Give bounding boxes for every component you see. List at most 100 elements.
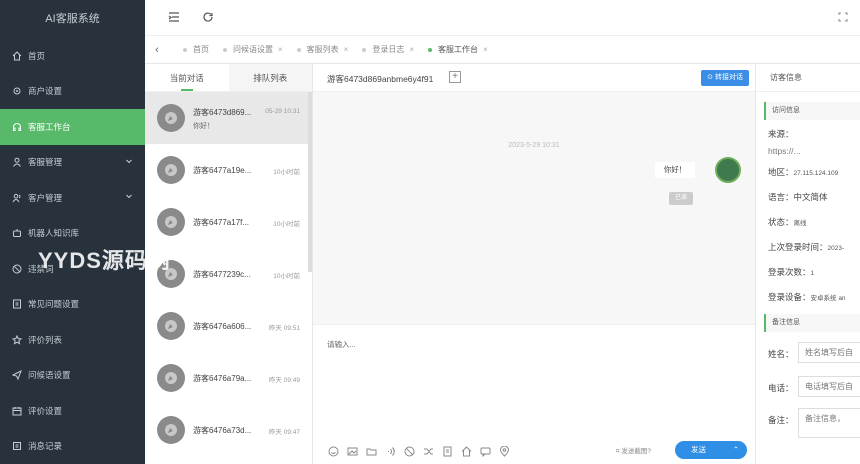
message-input[interactable]: 请输入... (327, 339, 356, 350)
status-value: 离线 (793, 220, 807, 227)
tab-status-dot (362, 47, 367, 52)
close-icon[interactable]: × (278, 45, 283, 54)
shuffle-icon[interactable] (422, 445, 435, 458)
last-login-value: 2023- (827, 245, 845, 252)
folder-icon[interactable] (365, 445, 378, 458)
list-item[interactable]: 游客6473d869... 05-29 10:31 你好！ (145, 92, 312, 144)
tab-label: 客服列表 (306, 45, 339, 54)
send-label: 发送 (691, 445, 706, 454)
list-item[interactable]: 游客6476a79a... 昨天 09:49 (145, 352, 312, 404)
transfer-icon: ⊙ (707, 74, 714, 81)
status-label: 状态： (768, 217, 794, 227)
document-icon[interactable] (441, 445, 454, 458)
screenshot-link[interactable]: ⌗ 发送截图? (616, 445, 651, 456)
tab-queue[interactable]: 排队列表 (228, 64, 312, 91)
source-value: https://... (768, 146, 801, 156)
headset-icon (12, 122, 22, 132)
login-count-row: 登录次数：1 (756, 260, 860, 285)
sidebar-item-10[interactable]: 评价设置 (0, 393, 145, 429)
tab-1[interactable]: 问候语设置 × (223, 44, 283, 55)
sidebar-item-7[interactable]: 常见问题设置 (0, 287, 145, 323)
region-label: 地区： (768, 167, 794, 177)
transfer-button[interactable]: ⊙ 转接对话 (701, 70, 749, 86)
conversation-time: 10小时前 (273, 169, 300, 176)
tab-label: 登录日志 (372, 45, 405, 54)
sidebar-item-3[interactable]: 客服管理 (0, 145, 145, 181)
sidebar-item-1[interactable]: 商户设置 (0, 74, 145, 110)
region-row: 地区：27.115.124.109 (756, 160, 860, 185)
sidebar-item-2[interactable]: 客服工作台 (0, 109, 145, 145)
tab-visitor-info[interactable]: 访客信息 (756, 64, 816, 92)
phone-field[interactable]: 电话填写后自 (798, 376, 860, 397)
fullscreen-icon[interactable] (836, 10, 850, 24)
sidebar-item-9[interactable]: 问候语设置 (0, 358, 145, 394)
refresh-icon[interactable] (201, 10, 215, 24)
read-status-badge: 已读 (669, 192, 693, 205)
conversation-tabs: 当前对话 排队列表 (145, 64, 312, 92)
login-count-value: 1 (810, 270, 815, 277)
chevron-down-icon (125, 192, 133, 202)
sidebar-item-8[interactable]: 评价列表 (0, 322, 145, 358)
avatar (157, 312, 185, 340)
app-root: AI客服系统 首页 商户设置 客服工作台 客服管理 客户管理 机器人知识库 违禁词 常见问题设… (0, 0, 860, 464)
name-row: 姓名： 姓名填写后自 (756, 340, 860, 366)
sidebar-item-label: 客服工作台 (28, 121, 71, 132)
close-icon[interactable]: × (409, 45, 414, 54)
remark-field[interactable]: 备注信息， (798, 408, 860, 438)
sidebar-item-label: 消息记录 (28, 441, 63, 452)
block-icon[interactable] (403, 445, 416, 458)
sidebar-item-label: 机器人知识库 (28, 228, 80, 239)
list-item[interactable]: 游客6476a73d... 昨天 09:47 (145, 404, 312, 456)
chevron-up-icon[interactable]: ⌃ (733, 441, 739, 459)
voice-icon[interactable] (384, 445, 397, 458)
crop-icon: ⌗ (615, 448, 620, 455)
close-icon[interactable]: × (483, 45, 488, 54)
users-icon (12, 193, 22, 203)
conversation-time: 昨天 09:49 (268, 377, 300, 384)
watermark-text: YYDS源码网 (38, 248, 171, 273)
sidebar-item-0[interactable]: 首页 (0, 38, 145, 74)
list-item[interactable]: 游客6476a606... 昨天 09:51 (145, 300, 312, 352)
language-label: 语言： (768, 192, 794, 202)
sidebar-item-11[interactable]: 消息记录 (0, 429, 145, 464)
language-row: 语言：中文简体 (756, 185, 860, 210)
tab-2[interactable]: 客服列表 × (296, 44, 349, 55)
conversation-name: 游客6477239c... (193, 270, 251, 279)
home-icon (12, 51, 22, 61)
conversation-time: 10小时前 (273, 221, 300, 228)
list-item[interactable]: 游客6477a19e... 10小时前 (145, 144, 312, 196)
calendar-icon (12, 406, 22, 416)
chat-header: 游客6473d869anbme6y4f91 + ⊙ 转接对话 (313, 64, 755, 92)
send-button[interactable]: 发送 ⌃ (675, 441, 747, 459)
tabs-back-icon[interactable]: ‹ (145, 44, 169, 56)
close-icon[interactable]: × (344, 45, 349, 54)
sidebar-item-label: 评价设置 (28, 405, 63, 416)
tab-current-conversations[interactable]: 当前对话 (145, 64, 229, 91)
conversation-scrollbar[interactable] (308, 92, 312, 272)
image-icon[interactable] (346, 445, 359, 458)
status-row: 状态：离线 (756, 210, 860, 235)
add-icon[interactable]: + (449, 71, 461, 83)
sidebar-item-label: 客户管理 (28, 192, 63, 203)
tab-0[interactable]: 首页 (183, 44, 209, 55)
chat-icon[interactable] (479, 445, 492, 458)
emoji-icon[interactable] (327, 445, 340, 458)
name-field[interactable]: 姓名填写后自 (798, 342, 860, 363)
tab-status-dot (183, 47, 187, 52)
message-bubble: 你好！ (655, 162, 695, 178)
sidebar-item-4[interactable]: 客户管理 (0, 180, 145, 216)
conversation-name: 游客6477a19e... (193, 166, 252, 175)
message-composer[interactable]: 请输入... ⌗ 发送截图? 发送 ⌃ (313, 324, 755, 464)
avatar (157, 104, 185, 132)
home-icon[interactable] (460, 445, 473, 458)
sidebar-item-label: 商户设置 (28, 86, 63, 97)
chat-messages: 2023-5-29 10:31 你好！ 已读 (313, 92, 755, 324)
list-item[interactable]: 游客6477a17f... 10小时前 (145, 196, 312, 248)
sidebar-item-label: 问候语设置 (28, 370, 71, 381)
tab-4[interactable]: 客服工作台 × (428, 44, 488, 55)
tab-status-dot (296, 47, 301, 52)
location-icon[interactable] (498, 445, 511, 458)
top-bar (145, 0, 860, 36)
menu-collapse-icon[interactable] (167, 10, 181, 24)
tab-3[interactable]: 登录日志 × (362, 44, 414, 55)
